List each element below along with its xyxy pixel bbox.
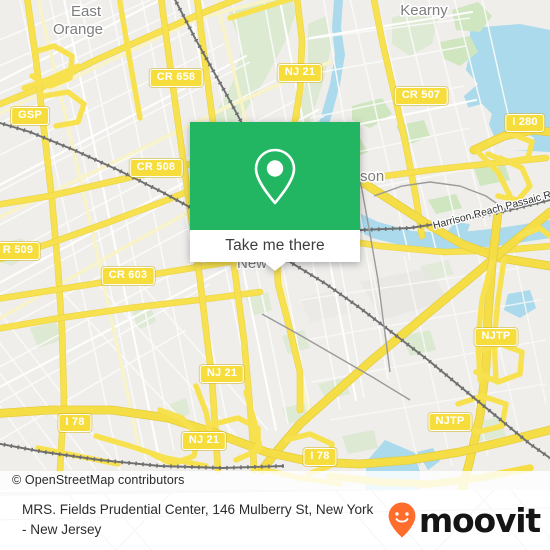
poi-card-footer[interactable]: Take me there: [190, 230, 360, 271]
svg-text:Orange: Orange: [53, 21, 103, 38]
road-shield: CR 658: [149, 69, 203, 87]
road-shield: I 280: [505, 114, 545, 132]
location-title: MRS. Fields Prudential Center, 146 Mulbe…: [22, 502, 374, 537]
svg-text:East: East: [71, 3, 102, 20]
road-shield: NJTP: [474, 328, 518, 346]
road-shield: NJTP: [428, 413, 472, 431]
road-shield: I 78: [58, 414, 92, 432]
map-pin-icon: [254, 148, 296, 205]
take-me-there-label: Take me there: [225, 237, 325, 255]
road-shield: CR 507: [394, 87, 448, 105]
road-shield: NJ 21: [199, 365, 245, 383]
poi-card-header: [190, 122, 360, 230]
svg-text:Kearny: Kearny: [400, 2, 448, 19]
poi-card-pointer-tail: [264, 262, 286, 271]
moovit-smiley-pin-icon: [388, 502, 416, 538]
svg-text:son: son: [360, 168, 384, 185]
road-shield: GSP: [11, 107, 49, 125]
road-shield: NJ 21: [277, 64, 323, 82]
moovit-wordmark: moovit: [418, 500, 541, 540]
road-shield: R 509: [0, 242, 41, 260]
map-attribution: © OpenStreetMap contributors: [0, 471, 550, 490]
road-shield: NJ 21: [181, 432, 227, 450]
page-footer: MRS. Fields Prudential Center, 146 Mulbe…: [0, 490, 550, 550]
moovit-logo[interactable]: moovit: [387, 500, 541, 540]
road-shield: CR 603: [101, 267, 155, 285]
footer-content: MRS. Fields Prudential Center, 146 Mulbe…: [0, 490, 550, 550]
poi-popup-card[interactable]: Take me there: [190, 122, 360, 271]
map-screenshot-page: .land { fill:#efeeeb; } .water { fill:#a…: [0, 0, 550, 550]
road-shield: I 78: [303, 448, 337, 466]
road-shield: CR 508: [129, 159, 183, 177]
